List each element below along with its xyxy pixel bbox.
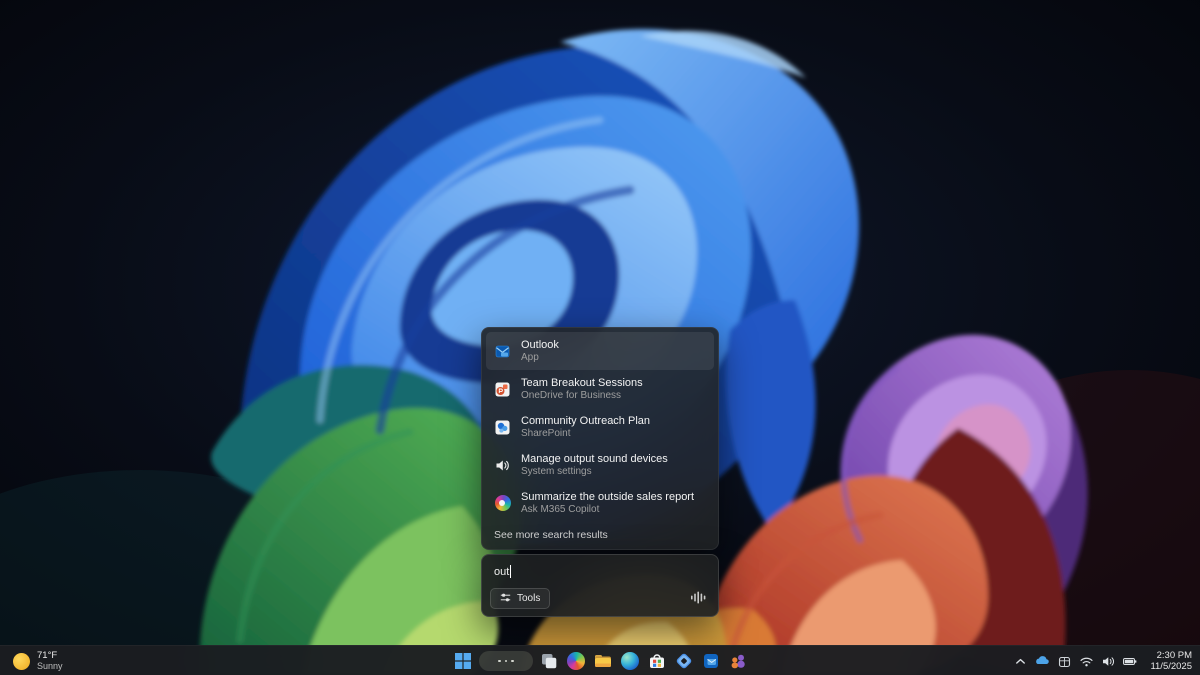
search-results-panel: Outlook App Team Breakout Sessions OneDr… (481, 327, 719, 550)
typing-dot (511, 660, 514, 663)
chevron-up-icon[interactable] (1012, 653, 1028, 669)
typing-dot (505, 660, 508, 663)
microsoft-store-icon (647, 651, 667, 671)
microsoft-store-button[interactable] (646, 650, 668, 672)
result-subtitle: OneDrive for Business (521, 390, 643, 402)
task-view-icon (539, 651, 559, 671)
task-view-button[interactable] (538, 650, 560, 672)
search-flyout: Outlook App Team Breakout Sessions OneDr… (481, 327, 719, 617)
package-icon[interactable] (1056, 653, 1072, 669)
see-more-search-results-link[interactable]: See more search results (486, 522, 714, 543)
result-text: Manage output sound devices System setti… (521, 453, 668, 478)
m365-copilot-icon (567, 652, 585, 670)
text-cursor (510, 565, 511, 578)
outlook-taskbar-icon (701, 651, 721, 671)
taskbar-center-icons (452, 646, 749, 675)
edge-icon (621, 652, 639, 670)
search-input[interactable]: out (494, 565, 511, 578)
loop-icon (674, 651, 694, 671)
sharepoint-file-icon (494, 419, 511, 436)
result-text: Community Outreach Plan SharePoint (521, 415, 650, 440)
result-subtitle: SharePoint (521, 428, 650, 440)
people-app-button[interactable] (727, 650, 749, 672)
result-title: Team Breakout Sessions (521, 377, 643, 390)
search-result-outlook[interactable]: Outlook App (486, 332, 714, 370)
result-subtitle: Ask M365 Copilot (521, 504, 694, 516)
result-subtitle: App (521, 352, 559, 364)
outlook-app-icon (494, 343, 511, 360)
result-title: Community Outreach Plan (521, 415, 650, 428)
search-input-panel: out Tools (481, 554, 719, 617)
onedrive-icon[interactable] (1034, 653, 1050, 669)
result-subtitle: System settings (521, 466, 668, 478)
weather-temperature: 71°F (37, 651, 63, 662)
filter-sliders-icon (500, 592, 511, 606)
tools-button[interactable]: Tools (490, 588, 550, 609)
outlook-app-button[interactable] (700, 650, 722, 672)
result-title: Summarize the outside sales report (521, 491, 694, 504)
speaker-icon (494, 457, 511, 474)
taskbar: 71°F Sunny (0, 645, 1200, 675)
weather-text: 71°F Sunny (37, 651, 63, 672)
search-result-team-breakout[interactable]: Team Breakout Sessions OneDrive for Busi… (486, 370, 714, 408)
clock-time: 2:30 PM (1150, 650, 1192, 661)
start-button[interactable] (452, 650, 474, 672)
people-icon (728, 651, 748, 671)
wifi-icon[interactable] (1078, 653, 1094, 669)
sun-icon (13, 653, 30, 670)
result-text: Outlook App (521, 339, 559, 364)
result-title: Outlook (521, 339, 559, 352)
battery-icon[interactable] (1122, 653, 1138, 669)
search-result-copilot-summarize[interactable]: Summarize the outside sales report Ask M… (486, 484, 714, 522)
edge-browser-button[interactable] (619, 650, 641, 672)
result-text: Team Breakout Sessions OneDrive for Busi… (521, 377, 643, 402)
result-title: Manage output sound devices (521, 453, 668, 466)
search-result-community-outreach[interactable]: Community Outreach Plan SharePoint (486, 408, 714, 446)
taskbar-search-box[interactable] (479, 651, 533, 671)
file-explorer-icon (593, 651, 613, 671)
weather-condition: Sunny (37, 661, 63, 671)
clock[interactable]: 2:30 PM 11/5/2025 (1150, 650, 1192, 672)
windows-logo-icon (454, 652, 472, 670)
loop-app-button[interactable] (673, 650, 695, 672)
search-input-value: out (494, 566, 509, 578)
volume-icon[interactable] (1100, 653, 1116, 669)
clock-date: 11/5/2025 (1150, 661, 1192, 672)
voice-search-icon[interactable] (690, 590, 706, 605)
weather-widget[interactable]: 71°F Sunny (13, 646, 63, 675)
powerpoint-file-icon (494, 381, 511, 398)
typing-dot (498, 660, 501, 663)
m365-copilot-app-button[interactable] (565, 650, 587, 672)
copilot-icon (494, 495, 511, 512)
system-tray (1012, 646, 1138, 675)
file-explorer-button[interactable] (592, 650, 614, 672)
tools-button-label: Tools (517, 593, 540, 604)
search-result-manage-sound[interactable]: Manage output sound devices System setti… (486, 446, 714, 484)
result-text: Summarize the outside sales report Ask M… (521, 491, 694, 516)
